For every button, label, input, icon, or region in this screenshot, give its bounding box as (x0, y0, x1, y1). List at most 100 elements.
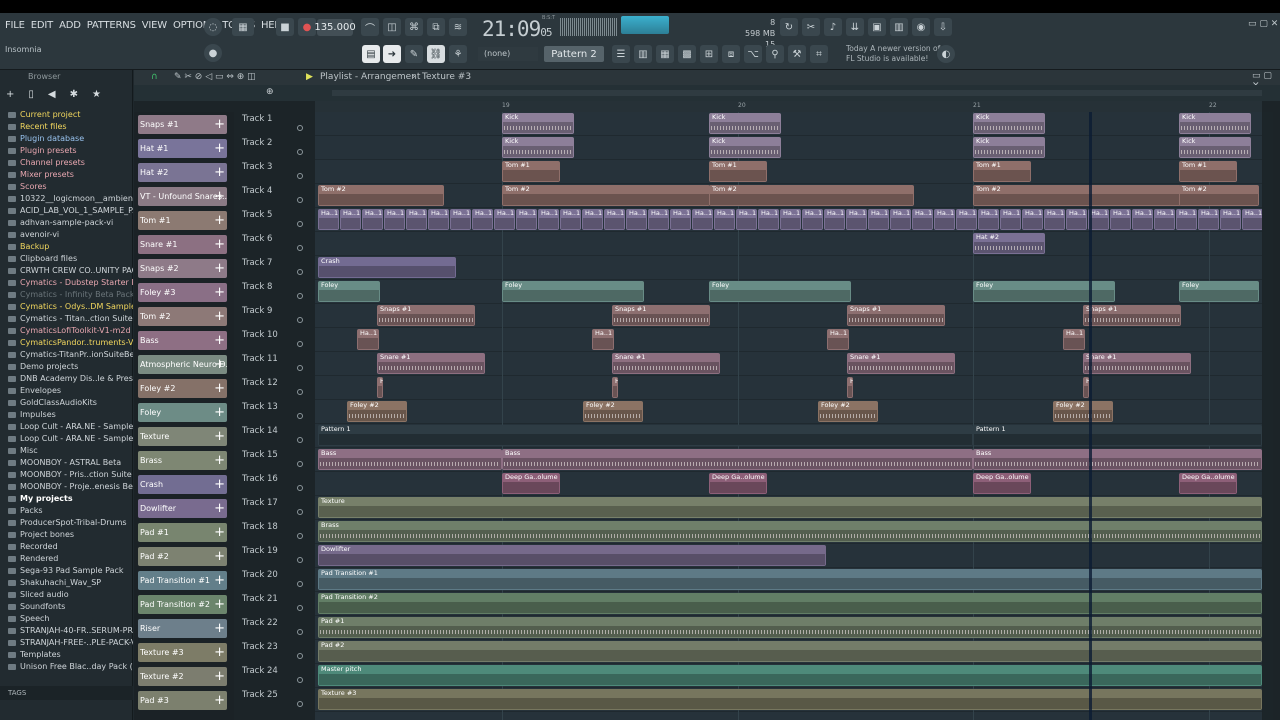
clip[interactable]: Pad Transition #2 (318, 593, 1262, 614)
channel-rack-icon[interactable]: ▦ (656, 45, 674, 63)
clip[interactable]: Foley (1179, 281, 1259, 302)
clip[interactable]: Ha..1 (582, 209, 603, 230)
browser-item[interactable]: ACID_LAB_VOL_1_SAMPLE_PACK (0, 205, 133, 217)
clip[interactable]: Pad Transition #1 (318, 569, 1262, 590)
clip[interactable]: Ha..1 (736, 209, 757, 230)
menu-view[interactable]: VIEW (142, 20, 167, 31)
browser-item[interactable]: STRANJAH-40-FR..SERUM-PRESETS (0, 625, 133, 637)
clip[interactable]: Ha..1 (912, 209, 933, 230)
pattern-item[interactable]: Texture #2 + (138, 667, 227, 686)
track-header[interactable]: Track 18 (239, 520, 311, 544)
chat-icon[interactable]: ◉ (912, 18, 930, 36)
add-pattern-icon[interactable]: + (214, 163, 225, 182)
timeline-ruler[interactable]: 19 20 21 22 (315, 101, 1262, 112)
clip[interactable]: Tom #1 (973, 161, 1031, 182)
browser-item[interactable]: Loop Cult - ARA.NE - Sample Pack (0, 421, 133, 433)
tool-icons[interactable]: ✎ ✂ ⊘ ◁ ▭ ⇔ ⊕ ◫ (174, 72, 256, 82)
browser-item[interactable]: MOONBOY - Pris..ction Suite BETA (0, 469, 133, 481)
clip[interactable]: Ha..1 (377, 377, 383, 398)
track-header[interactable]: Track 8 (239, 280, 311, 304)
news-panel[interactable]: Today A newer version of FL Studio is ava… (846, 44, 940, 64)
track-header[interactable]: Track 22 (239, 616, 311, 640)
browser-item[interactable]: My projects (0, 493, 133, 505)
pattern-item[interactable]: Pad Transition #2 + (138, 595, 227, 614)
clip[interactable]: Ha..1 (612, 377, 618, 398)
clip[interactable]: Kick (1179, 137, 1251, 158)
browser-item[interactable]: Templates (0, 649, 133, 661)
browser-item[interactable]: CymaticsPandor..truments-V1-yfw (0, 337, 133, 349)
master-pitch-knob[interactable]: ● (204, 44, 222, 62)
clip[interactable]: Tom #1 (1179, 161, 1237, 182)
refresh-icon[interactable]: ↻ (780, 18, 798, 36)
clip[interactable]: Snaps #1 (1083, 305, 1181, 326)
clip[interactable]: Foley (973, 281, 1115, 302)
pattern-item[interactable]: Pad #3 + (138, 691, 227, 710)
track-header[interactable]: Track 12 (239, 376, 311, 400)
clip[interactable]: Ha..1 (538, 209, 559, 230)
clip[interactable]: Ha..1 (1000, 209, 1021, 230)
clip[interactable]: Ha..1 (592, 329, 614, 350)
track-led-icon[interactable] (297, 485, 303, 491)
browser-item[interactable]: Packs (0, 505, 133, 517)
track-header[interactable]: Track 3 (239, 160, 311, 184)
clip[interactable]: Snaps #1 (847, 305, 945, 326)
add-pattern-icon[interactable]: + (214, 331, 225, 350)
track-led-icon[interactable] (297, 413, 303, 419)
browser-item[interactable]: GoldClassAudioKits (0, 397, 133, 409)
clip[interactable]: Ha..1 (978, 209, 999, 230)
add-pattern-icon[interactable]: + (214, 451, 225, 470)
gear-icon[interactable]: ✱ (70, 89, 78, 100)
clip[interactable]: Foley #2 (583, 401, 643, 422)
clip[interactable]: Snare #1 (612, 353, 720, 374)
clip[interactable]: Ha..1 (357, 329, 379, 350)
clip[interactable]: Ha..1 (1132, 209, 1153, 230)
pattern-item[interactable]: Pad #1 + (138, 523, 227, 542)
clip[interactable]: Ha..1 (956, 209, 977, 230)
track-led-icon[interactable] (297, 437, 303, 443)
clip[interactable]: Snaps #1 (612, 305, 710, 326)
clip[interactable]: Snare #1 (1083, 353, 1191, 374)
mixer-icon[interactable]: ▥ (890, 18, 908, 36)
clip[interactable]: Ha..1 (1198, 209, 1219, 230)
add-pattern-icon[interactable]: + (214, 523, 225, 542)
tools-icon[interactable]: ✂ (802, 18, 820, 36)
add-pattern-icon[interactable]: + (214, 619, 225, 638)
zoom-icon[interactable]: ⊕ (266, 87, 274, 97)
pattern-item[interactable]: Tom #1 + (138, 211, 227, 230)
browser-item[interactable]: Cymatics-TitanPr..ionSuiteBeta (1) (0, 349, 133, 361)
add-pattern-icon[interactable]: + (214, 211, 225, 230)
track-led-icon[interactable] (297, 701, 303, 707)
track-lane[interactable] (315, 400, 1262, 424)
track-header[interactable]: Track 7 (239, 256, 311, 280)
browser-item[interactable]: MOONBOY - Proje..enesis Beta 3.0 (0, 481, 133, 493)
browser-item[interactable]: Rendered (0, 553, 133, 565)
add-pattern-icon[interactable]: + (214, 595, 225, 614)
menu-file[interactable]: FILE (5, 20, 25, 31)
browser-item[interactable]: Cymatics - Odys..DM Sample Pack (0, 301, 133, 313)
mixer-view-icon[interactable]: ⊞ (700, 45, 718, 63)
menu-edit[interactable]: EDIT (31, 20, 53, 31)
tags-bar[interactable]: TAGS (0, 686, 133, 700)
track-led-icon[interactable] (297, 533, 303, 539)
clip[interactable]: Bass (502, 449, 973, 470)
browser-item[interactable]: Misc (0, 445, 133, 457)
track-header[interactable]: Track 1 (239, 112, 311, 136)
track-lane[interactable] (315, 112, 1262, 136)
clip[interactable]: Kick (709, 137, 781, 158)
add-pattern-icon[interactable]: + (214, 115, 225, 134)
clip[interactable]: Pattern 1 (973, 425, 1262, 446)
pattern-selector[interactable]: Pattern 2 (544, 46, 604, 62)
track-led-icon[interactable] (297, 197, 303, 203)
pattern-item[interactable]: Snaps #1 + (138, 115, 227, 134)
track-led-icon[interactable] (297, 341, 303, 347)
pattern-item[interactable]: Foley + (138, 403, 227, 422)
clip[interactable]: Pattern 1 (318, 425, 973, 446)
pattern-item[interactable]: Snaps #2 + (138, 259, 227, 278)
clip[interactable]: Kick (502, 137, 574, 158)
blend-icon[interactable]: ⌘ (405, 18, 423, 36)
add-pattern-icon[interactable]: + (214, 355, 225, 374)
pattern-song-toggle[interactable]: ▦ (232, 18, 254, 36)
track-led-icon[interactable] (297, 389, 303, 395)
headphones-icon[interactable]: ∩ (151, 72, 158, 82)
clip[interactable]: Foley #2 (1053, 401, 1113, 422)
